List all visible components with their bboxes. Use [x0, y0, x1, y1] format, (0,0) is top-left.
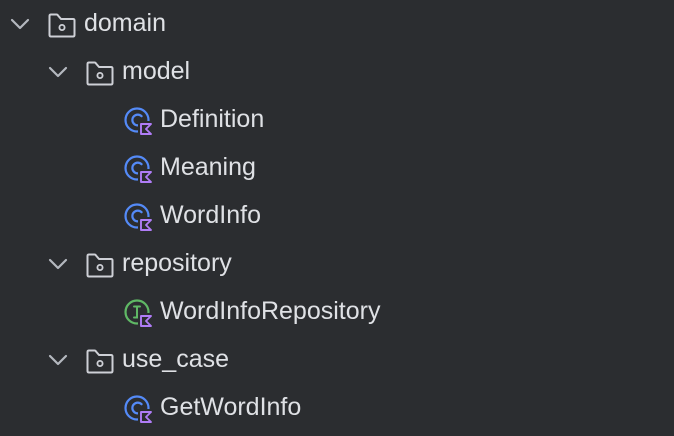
chevron-down-icon[interactable]: [46, 348, 70, 372]
tree-node-model[interactable]: model: [0, 48, 674, 96]
tree-node-get-word-info[interactable]: GetWordInfo: [0, 384, 674, 432]
folder-icon: [48, 13, 76, 38]
chevron-down-icon[interactable]: [46, 60, 70, 84]
tree-node-meaning[interactable]: Meaning: [0, 144, 674, 192]
tree-node-word-info-repository[interactable]: WordInfoRepository: [0, 288, 674, 336]
chevron-down-icon[interactable]: [8, 12, 32, 36]
folder-icon: [86, 349, 114, 374]
tree-node-label: Definition: [160, 105, 265, 133]
tree-node-definition[interactable]: Definition: [0, 96, 674, 144]
tree-node-label: use_case: [122, 345, 230, 373]
kotlin-class-icon: [124, 107, 153, 136]
folder-icon: [86, 61, 114, 86]
tree-node-use-case[interactable]: use_case: [0, 336, 674, 384]
project-tree: domain model Definition Meaning WordInfo…: [0, 0, 674, 436]
tree-node-label: Meaning: [160, 153, 256, 181]
tree-node-label: domain: [84, 9, 166, 37]
tree-node-repository[interactable]: repository: [0, 240, 674, 288]
kotlin-interface-icon: [124, 299, 153, 328]
tree-node-label: WordInfoRepository: [160, 297, 381, 325]
kotlin-class-icon: [124, 155, 153, 184]
tree-node-label: GetWordInfo: [160, 393, 302, 421]
kotlin-class-icon: [124, 395, 153, 424]
chevron-down-icon[interactable]: [46, 252, 70, 276]
tree-node-word-info[interactable]: WordInfo: [0, 192, 674, 240]
folder-icon: [86, 253, 114, 278]
tree-node-label: repository: [122, 249, 232, 277]
tree-node-label: WordInfo: [160, 201, 261, 229]
kotlin-class-icon: [124, 203, 153, 232]
tree-node-label: model: [122, 57, 191, 85]
tree-node-domain[interactable]: domain: [0, 0, 674, 48]
